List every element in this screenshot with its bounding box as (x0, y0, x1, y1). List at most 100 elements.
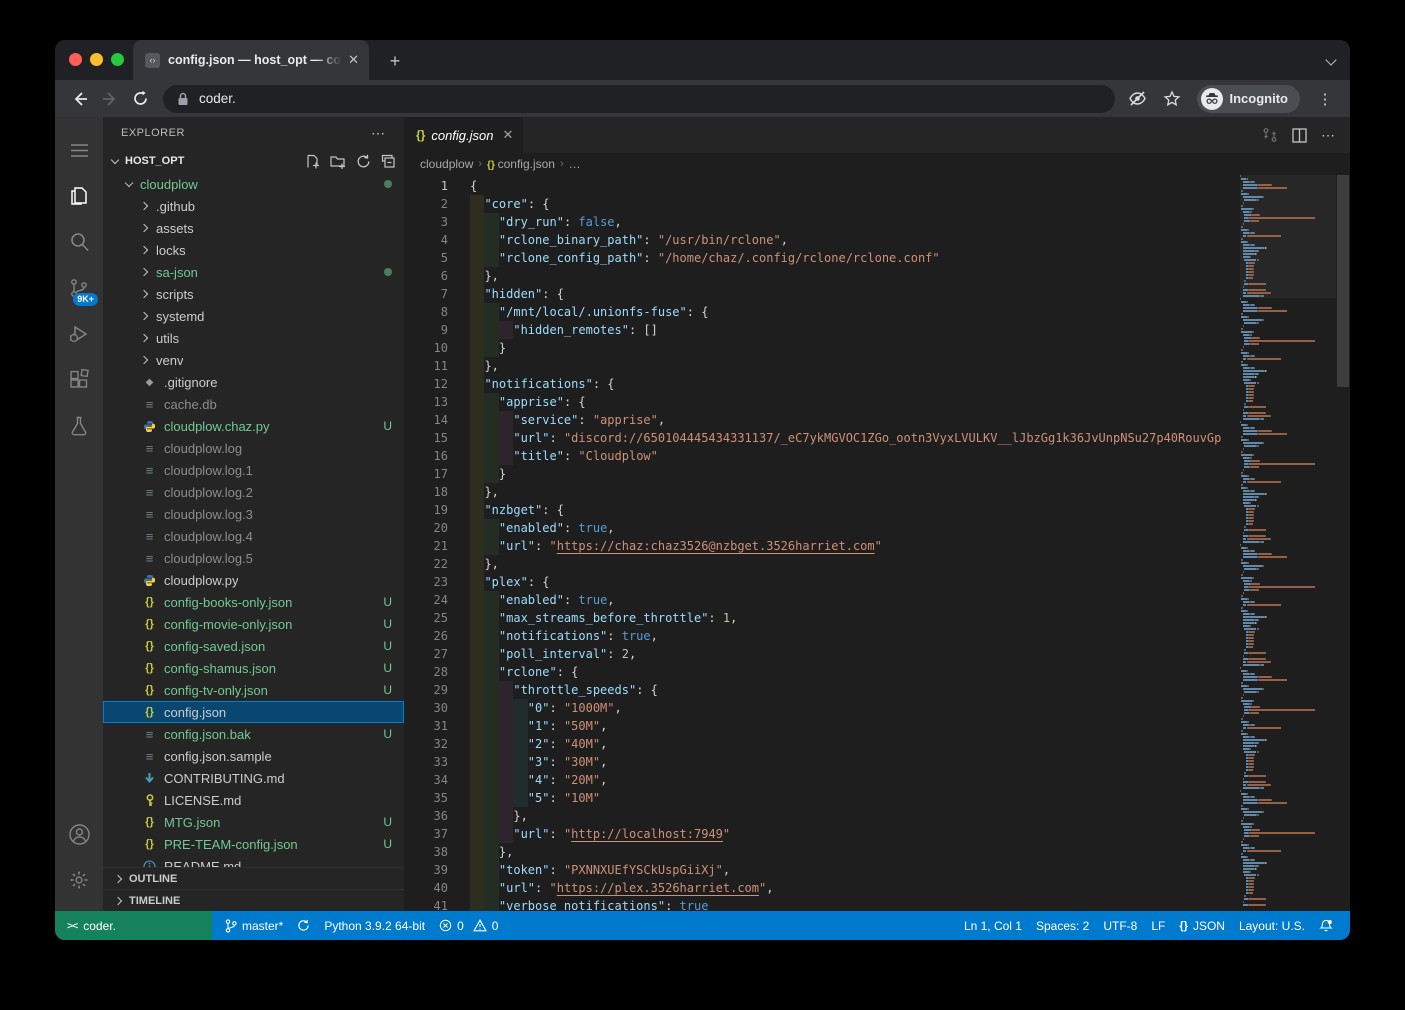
search-view-icon[interactable] (55, 219, 103, 265)
minimap-line (1243, 739, 1264, 741)
tree-item-sa-json[interactable]: sa-json (103, 261, 404, 283)
minimap-line (1244, 649, 1245, 651)
outline-section-header[interactable]: OUTLINE (103, 867, 404, 889)
code-line-29: 29 "throttle_speeds": { (404, 681, 1240, 699)
minimize-window-button[interactable] (90, 53, 103, 66)
settings-gear-icon[interactable] (55, 857, 103, 903)
minimap-line (1247, 844, 1249, 846)
testing-view-icon[interactable] (55, 403, 103, 449)
minimap[interactable] (1240, 175, 1336, 911)
tree-item-utils[interactable]: utils (103, 327, 404, 349)
minimap-line (1249, 235, 1281, 237)
python-interpreter-status[interactable]: Python 3.9.2 64-bit (317, 919, 432, 933)
bookmark-star-icon[interactable] (1157, 84, 1187, 114)
browser-menu-kebab-icon[interactable]: ⋮ (1310, 84, 1340, 114)
tree-item-locks[interactable]: locks (103, 239, 404, 261)
tree-item-pre-team-config-json[interactable]: {}PRE-TEAM-config.jsonU (103, 833, 404, 855)
address-bar[interactable]: coder. (163, 85, 1115, 113)
tree-item-assets[interactable]: assets (103, 217, 404, 239)
code-text: "max_streams_before_throttle": 1, (470, 609, 737, 627)
git-branch-status[interactable]: master* (218, 919, 290, 933)
browser-tab[interactable]: ‹› config.json — host_opt — code ✕ (133, 40, 369, 80)
breadcrumb-item[interactable]: cloudplow (420, 157, 473, 171)
new-file-icon[interactable] (305, 154, 320, 169)
tree-item-venv[interactable]: venv (103, 349, 404, 371)
explorer-sidebar: EXPLORER ⋯ HOST_OPT cloudplow.githubasse… (103, 117, 404, 911)
tree-item-readme-md[interactable]: README.md (103, 855, 404, 867)
forward-button[interactable] (95, 84, 125, 114)
explorer-more-actions-icon[interactable]: ⋯ (371, 125, 386, 142)
close-tab-icon[interactable]: ✕ (348, 52, 359, 68)
line-number: 1 (404, 177, 448, 195)
account-icon[interactable] (55, 811, 103, 857)
tree-item-systemd[interactable]: systemd (103, 305, 404, 327)
collapse-all-icon[interactable] (381, 154, 396, 169)
remote-indicator[interactable]: >< coder. (55, 911, 212, 940)
tree-item--github[interactable]: .github (103, 195, 404, 217)
tree-item-config-movie-only-json[interactable]: {}config-movie-only.jsonU (103, 613, 404, 635)
explorer-view-icon[interactable] (55, 173, 103, 219)
editor-more-actions-icon[interactable]: ⋯ (1321, 127, 1336, 144)
back-button[interactable] (65, 84, 95, 114)
tab-search-chevron-icon[interactable] (1326, 55, 1336, 65)
scrollbar-thumb[interactable] (1337, 175, 1349, 387)
tree-item-cloudplow-log-2[interactable]: ≡cloudplow.log.2 (103, 481, 404, 503)
status-item-spaces-2[interactable]: Spaces: 2 (1029, 919, 1096, 933)
problems-status[interactable]: 0 0 (432, 919, 505, 933)
refresh-icon[interactable] (356, 154, 371, 169)
tree-item-cloudplow-log-1[interactable]: ≡cloudplow.log.1 (103, 459, 404, 481)
status-item-utf-8[interactable]: UTF-8 (1096, 919, 1144, 933)
status-item-layout-u-s-[interactable]: Layout: U.S. (1232, 919, 1312, 933)
status-item-lf[interactable]: LF (1144, 919, 1172, 933)
tree-item-label: cloudplow (140, 177, 198, 192)
sync-button[interactable] (290, 919, 317, 932)
new-folder-icon[interactable] (330, 154, 346, 169)
breadcrumb-item[interactable]: … (569, 157, 581, 171)
minimap-line (1240, 544, 1241, 546)
status-item-json[interactable]: {}JSON (1172, 919, 1232, 933)
tree-item-config-saved-json[interactable]: {}config-saved.jsonU (103, 635, 404, 657)
code-editor[interactable]: 1{2 "core": {3 "dry_run": false,4 "rclon… (404, 175, 1350, 911)
tree-item-contributing-md[interactable]: CONTRIBUTING.md (103, 767, 404, 789)
run-debug-view-icon[interactable] (55, 311, 103, 357)
tree-item-cloudplow-log[interactable]: ≡cloudplow.log (103, 437, 404, 459)
extensions-view-icon[interactable] (55, 357, 103, 403)
tree-item-config-books-only-json[interactable]: {}config-books-only.jsonU (103, 591, 404, 613)
tree-item-cache-db[interactable]: ≡cache.db (103, 393, 404, 415)
incognito-badge[interactable]: Incognito (1197, 85, 1301, 113)
tree-item-config-json-bak[interactable]: ≡config.json.bakU (103, 723, 404, 745)
eye-off-icon[interactable] (1123, 84, 1153, 114)
tree-item-config-shamus-json[interactable]: {}config-shamus.jsonU (103, 657, 404, 679)
minimap-line (1243, 325, 1244, 327)
tree-item--gitignore[interactable]: ◆.gitignore (103, 371, 404, 393)
editor-tab-config-json[interactable]: {} config.json ✕ (404, 117, 523, 153)
notifications-bell-icon[interactable] (1312, 919, 1340, 933)
open-changes-icon[interactable] (1262, 127, 1278, 143)
split-editor-icon[interactable] (1292, 128, 1307, 143)
menu-hamburger-icon[interactable] (55, 127, 103, 173)
tree-item-scripts[interactable]: scripts (103, 283, 404, 305)
tree-item-license-md[interactable]: LICENSE.md (103, 789, 404, 811)
timeline-section-header[interactable]: TIMELINE (103, 889, 404, 911)
close-window-button[interactable] (69, 53, 82, 66)
close-editor-icon[interactable]: ✕ (503, 127, 514, 143)
workspace-section-header[interactable]: HOST_OPT (103, 149, 404, 173)
reload-button[interactable] (125, 84, 155, 114)
source-control-view-icon[interactable]: 9K+ (55, 265, 103, 311)
status-item-ln-1-col-1[interactable]: Ln 1, Col 1 (957, 919, 1029, 933)
tree-item-mtg-json[interactable]: {}MTG.jsonU (103, 811, 404, 833)
chevron-right-icon (141, 202, 149, 210)
tree-item-cloudplow[interactable]: cloudplow (103, 173, 404, 195)
tree-item-cloudplow-log-3[interactable]: ≡cloudplow.log.3 (103, 503, 404, 525)
zoom-window-button[interactable] (111, 53, 124, 66)
breadcrumb-item[interactable]: {} config.json (487, 157, 555, 171)
tree-item-config-json[interactable]: {}config.json (103, 701, 404, 723)
tree-item-cloudplow-log-5[interactable]: ≡cloudplow.log.5 (103, 547, 404, 569)
tree-item-cloudplow-chaz-py[interactable]: cloudplow.chaz.pyU (103, 415, 404, 437)
tree-item-cloudplow-py[interactable]: cloudplow.py (103, 569, 404, 591)
tree-item-cloudplow-log-4[interactable]: ≡cloudplow.log.4 (103, 525, 404, 547)
tree-item-config-json-sample[interactable]: ≡config.json.sample (103, 745, 404, 767)
new-tab-button[interactable]: + (383, 49, 407, 73)
tree-item-config-tv-only-json[interactable]: {}config-tv-only.jsonU (103, 679, 404, 701)
editor-scrollbar[interactable] (1336, 175, 1350, 911)
